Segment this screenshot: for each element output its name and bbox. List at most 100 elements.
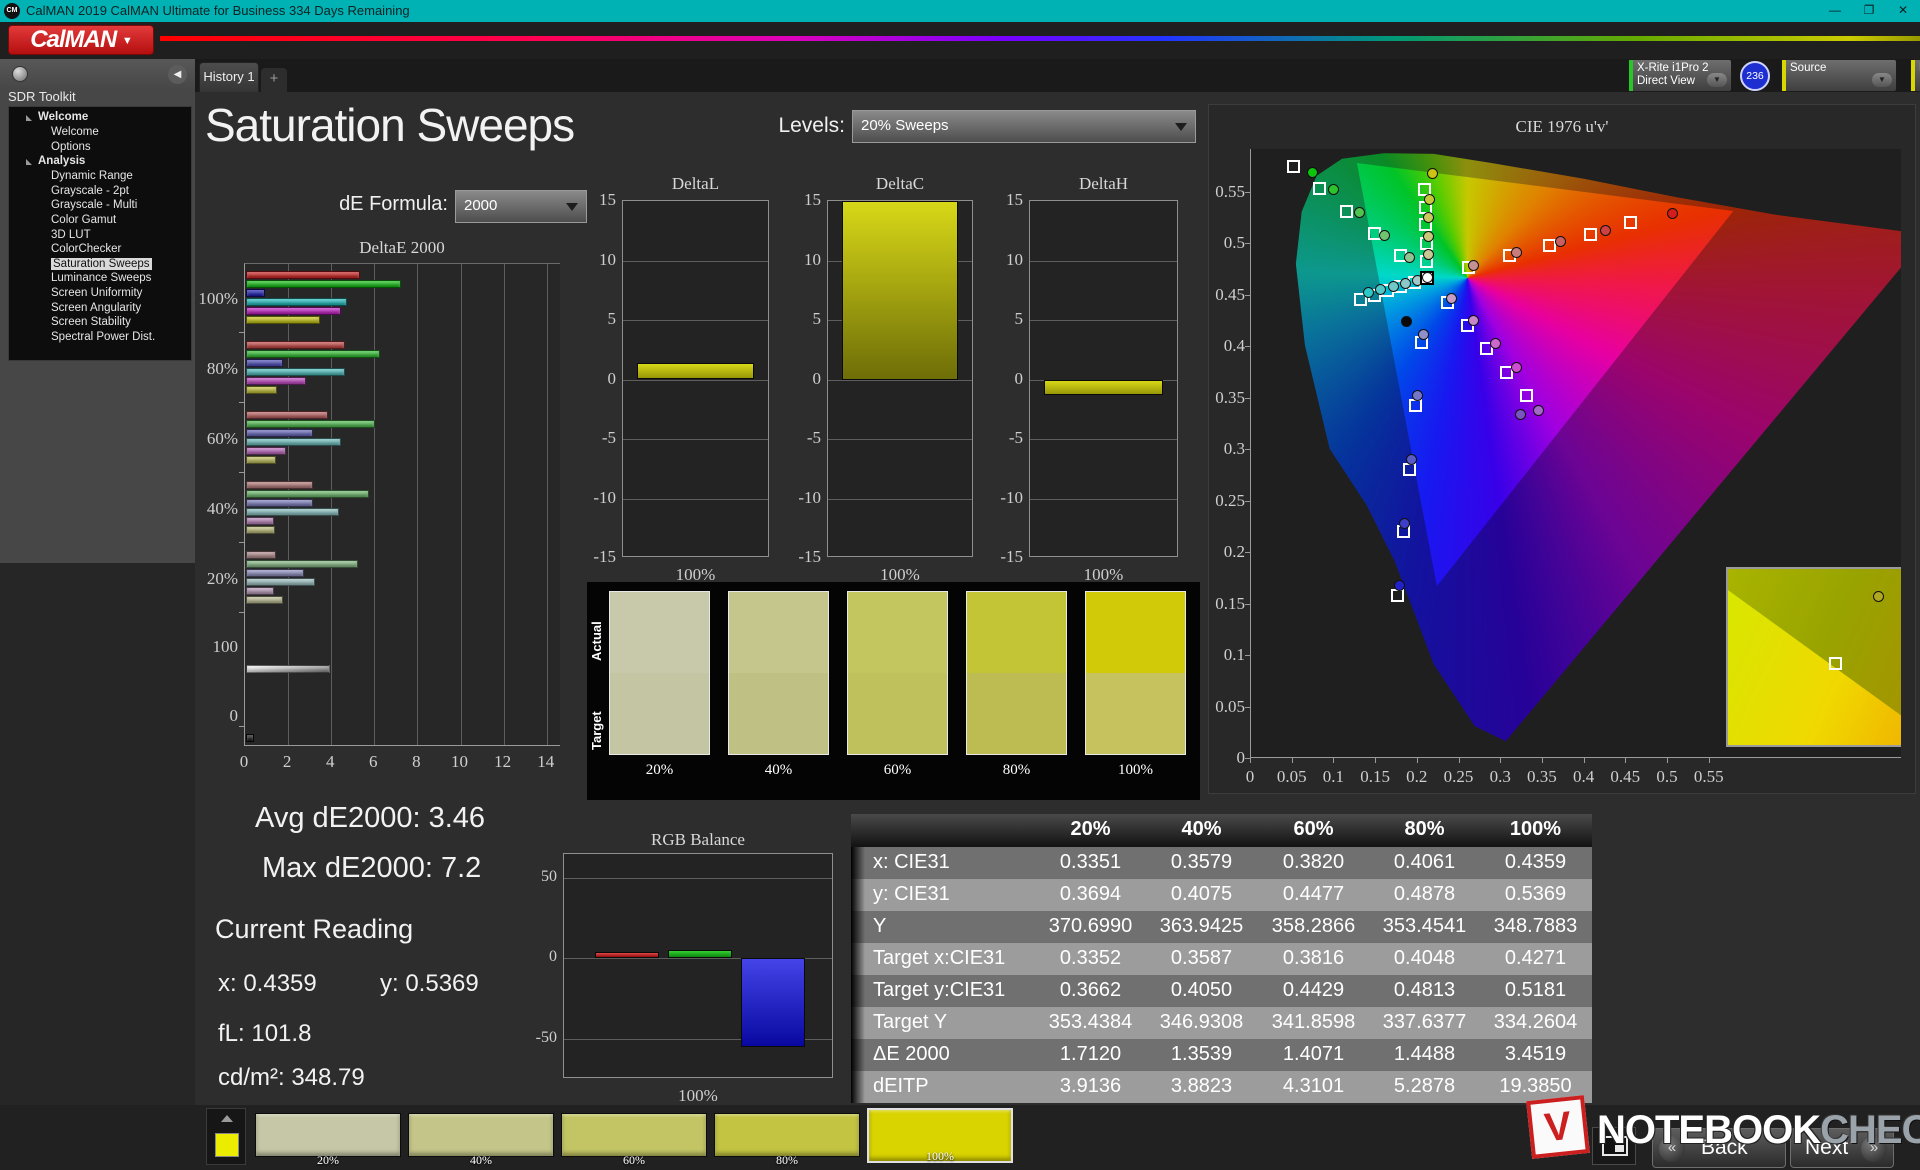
cie-measured-magenta <box>1446 293 1457 304</box>
tick <box>239 726 244 727</box>
tick <box>1245 501 1250 502</box>
delta-e-title: DeltaE 2000 <box>244 238 560 258</box>
table-col-header: 40% <box>1146 818 1257 841</box>
cie-plot <box>1250 149 1901 758</box>
row-value: 0.3352 <box>1035 947 1146 970</box>
delta-e-bar-20%-5 <box>246 596 283 604</box>
swatch-80% <box>966 591 1067 755</box>
sidebar-item-screen-stability[interactable]: Screen Stability <box>9 316 191 330</box>
tab-history[interactable]: History 1 <box>199 62 259 92</box>
delta_c-y-tick: -15 <box>765 547 821 567</box>
sidebar-collapse-icon[interactable]: ◀ <box>168 65 187 84</box>
delta_l-y-tick: 15 <box>560 190 616 210</box>
cie-measured-yellow <box>1424 194 1435 205</box>
close-icon[interactable]: ✕ <box>1886 0 1920 22</box>
row-value: 0.4075 <box>1146 883 1257 906</box>
gridline <box>623 499 768 500</box>
add-tab-button[interactable]: + <box>261 68 287 92</box>
cie-target-green <box>1340 205 1353 218</box>
row-label: y: CIE31 <box>873 883 950 906</box>
cie-target-green <box>1287 160 1300 173</box>
actual-row-label: Actual <box>589 604 605 678</box>
de-formula-label: dE Formula: <box>295 193 448 216</box>
maximize-icon[interactable]: ❐ <box>1852 0 1886 22</box>
pattern-tile-80%[interactable] <box>714 1113 860 1157</box>
meter-dropdown[interactable]: X-Rite i1Pro 2Direct View ▼ <box>1628 59 1732 92</box>
sidebar-item-luminance-sweeps[interactable]: Luminance Sweeps <box>9 272 191 286</box>
tick <box>1245 295 1250 296</box>
notebookcheck-logo-icon: V <box>1526 1095 1590 1159</box>
calman-logo-menu[interactable]: CalMAN ▼ <box>8 25 154 55</box>
delta_l-y-tick: -15 <box>560 547 616 567</box>
rgb-balance-title: RGB Balance <box>563 830 833 850</box>
display-control-dropdown[interactable]: Direct Display Control ▼ <box>1910 59 1920 92</box>
sidebar-radio-button[interactable] <box>12 66 28 82</box>
cie-y-tick: 0.2 <box>1187 542 1245 562</box>
delta_h-plot <box>1029 200 1178 557</box>
sidebar-group-analysis[interactable]: Analysis <box>9 155 191 169</box>
delta-e-x-tick: 6 <box>353 752 393 772</box>
sidebar-item-colorchecker[interactable]: ColorChecker <box>9 243 191 257</box>
rgb-bar-red <box>595 952 659 958</box>
delta_c-y-tick: -5 <box>765 428 821 448</box>
delta_h-y-tick: 15 <box>967 190 1023 210</box>
row-value: 3.8823 <box>1146 1075 1257 1098</box>
workflow-tree: WelcomeWelcomeOptionsAnalysisDynamic Ran… <box>8 106 192 361</box>
cie-zoom-inset <box>1726 567 1901 747</box>
delta-e-bar-80%-1 <box>246 350 380 358</box>
levels-dropdown[interactable]: 20% Sweeps <box>852 110 1196 143</box>
row-label: Target y:CIE31 <box>873 979 1005 1002</box>
sidebar-group-welcome[interactable]: Welcome <box>9 111 191 125</box>
rgb-balance-plot <box>563 853 833 1078</box>
table-row: Y370.6990363.9425358.2866353.4541348.788… <box>851 911 1592 943</box>
source-dropdown[interactable]: Source ▼ <box>1781 59 1897 92</box>
cie-y-tick: 0.25 <box>1187 491 1245 511</box>
sidebar-item-color-gamut[interactable]: Color Gamut <box>9 214 191 228</box>
sidebar-item-grayscale-multi[interactable]: Grayscale - Multi <box>9 199 191 213</box>
sidebar-item-spectral-power-dist-[interactable]: Spectral Power Dist. <box>9 331 191 345</box>
delta-e-bar-40%-2 <box>246 499 313 507</box>
minimize-icon[interactable]: — <box>1818 0 1852 22</box>
cie-inset-measured <box>1873 591 1884 602</box>
swatch-20% <box>609 591 710 755</box>
cie-measured-yellow <box>1427 168 1438 179</box>
delta_c-plot <box>827 200 973 557</box>
delta_l-plot <box>622 200 769 557</box>
reading-fl: fL: 101.8 <box>218 1020 311 1048</box>
meter-status-bar <box>1629 60 1633 91</box>
delta-e-bar-100%-5 <box>246 316 320 324</box>
sidebar-item-3d-lut[interactable]: 3D LUT <box>9 229 191 243</box>
sidebar-item-saturation-sweeps[interactable]: Saturation Sweeps <box>9 258 191 272</box>
pattern-tile-60%[interactable] <box>561 1113 707 1157</box>
delta_h-y-tick: -5 <box>967 428 1023 448</box>
swatch-actual <box>1086 592 1185 673</box>
swatch-actual <box>729 592 828 673</box>
row-value: 0.3694 <box>1035 883 1146 906</box>
delta-e-bar-20%-3 <box>246 578 315 586</box>
pattern-tile-40%[interactable] <box>408 1113 554 1157</box>
delta-e-bar-60%-4 <box>246 447 286 455</box>
sidebar-item-options[interactable]: Options <box>9 141 191 155</box>
sidebar-item-dynamic-range[interactable]: Dynamic Range <box>9 170 191 184</box>
gridline <box>331 264 332 745</box>
delta_h-bar <box>1044 380 1163 395</box>
table-row: y: CIE310.36940.40750.44770.48780.5369 <box>851 879 1592 911</box>
cie-measured-blue <box>1418 329 1429 340</box>
meter-count-badge[interactable]: 236 <box>1740 61 1770 91</box>
cie-measured-cyan <box>1388 281 1399 292</box>
pattern-source-chip[interactable] <box>206 1108 246 1165</box>
sidebar-item-grayscale-2pt[interactable]: Grayscale - 2pt <box>9 185 191 199</box>
gridline <box>564 878 832 879</box>
rgb-x-label: 100% <box>563 1086 833 1106</box>
swatch-100% <box>1085 591 1186 755</box>
tick <box>1245 552 1250 553</box>
table-col-header: 100% <box>1480 818 1591 841</box>
delta-e-bar-100%-2 <box>246 289 265 297</box>
row-edge-shade <box>851 943 865 975</box>
pattern-tile-20%[interactable] <box>255 1113 401 1157</box>
delta_h-y-tick: 5 <box>967 309 1023 329</box>
sidebar-item-welcome[interactable]: Welcome <box>9 126 191 140</box>
swatch-actual <box>848 592 947 673</box>
tick <box>1542 758 1543 763</box>
delta-e-group-label: 100% <box>152 289 238 309</box>
